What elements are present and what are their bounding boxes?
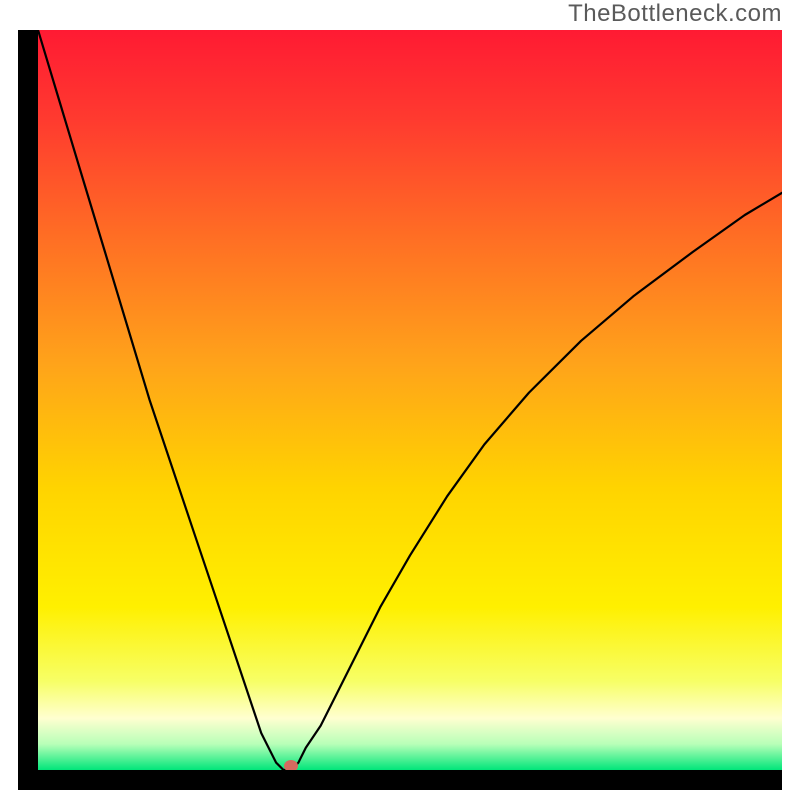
chart-frame: TheBottleneck.com — [0, 0, 800, 800]
bottleneck-curve — [38, 30, 782, 770]
plot-border — [18, 30, 782, 790]
optimal-point-marker — [284, 760, 298, 770]
plot-area — [38, 30, 782, 770]
watermark-text: TheBottleneck.com — [568, 0, 782, 28]
